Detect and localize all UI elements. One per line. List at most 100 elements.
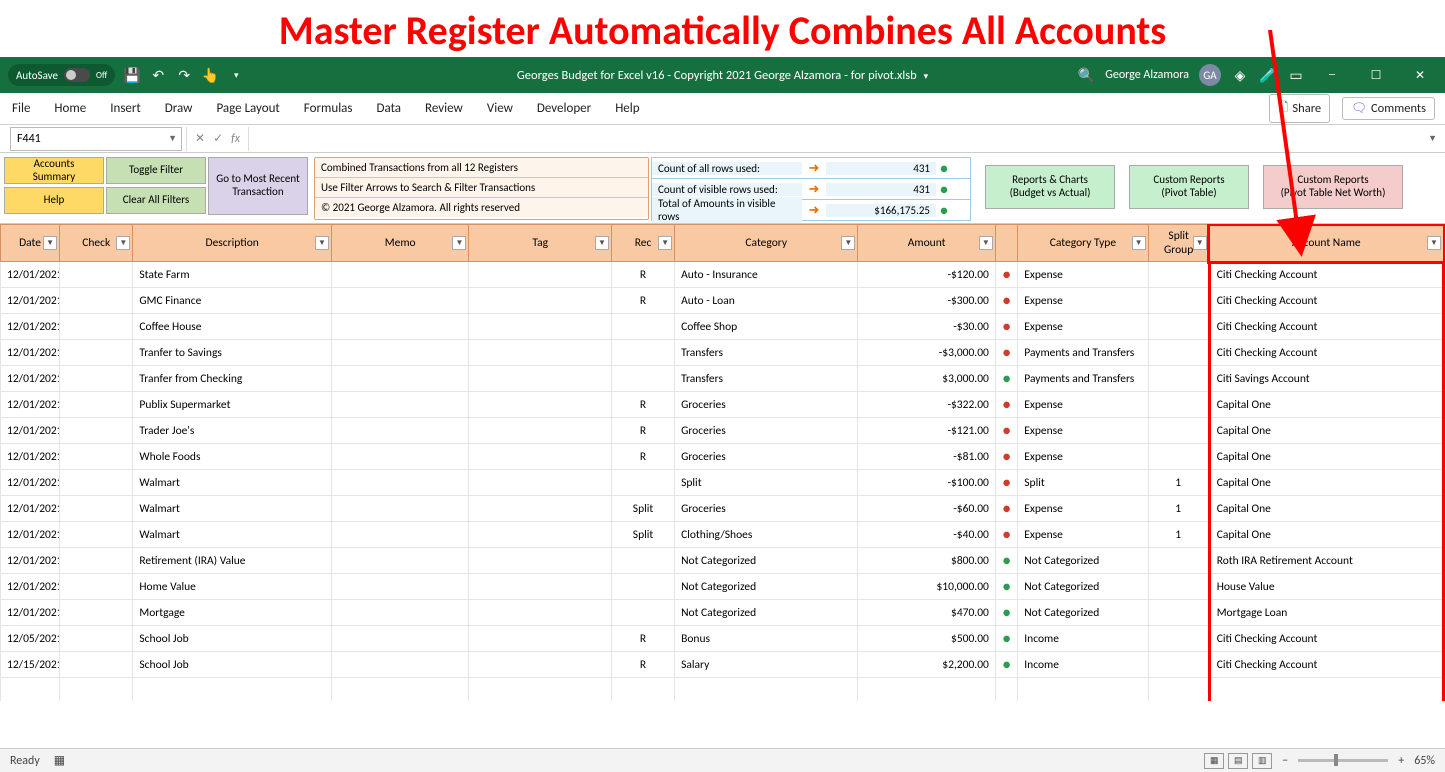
cell-acct[interactable]: Citi Checking Account (1209, 626, 1443, 652)
cell-amt[interactable]: $10,000.00 (858, 574, 995, 600)
cell-ctype[interactable]: Not Categorized (1018, 548, 1148, 574)
table-row[interactable]: 12/15/2021School JobRSalary$2,200.00●Inc… (1, 652, 1444, 678)
minimize-button[interactable]: ─ (1315, 57, 1349, 93)
fx-icon[interactable]: fx (231, 132, 240, 146)
cell-tag[interactable] (469, 340, 612, 366)
reports-charts-button[interactable]: Reports & Charts (Budget vs Actual) (985, 165, 1115, 209)
cell-rec[interactable]: R (611, 418, 674, 444)
column-header-split-group[interactable]: Split Group▼ (1148, 225, 1209, 262)
cell-rec[interactable] (611, 366, 674, 392)
cell-ctype[interactable]: Payments and Transfers (1018, 366, 1148, 392)
cell-empty[interactable] (995, 678, 1017, 702)
cell-amt[interactable]: $500.00 (858, 626, 995, 652)
page-layout-icon[interactable]: ▤ (1228, 753, 1248, 769)
column-header-category[interactable]: Category▼ (675, 225, 858, 262)
custom-reports-networth-button[interactable]: Custom Reports (Pivot Table Net Worth) (1263, 165, 1403, 209)
cell-rec[interactable]: Split (611, 522, 674, 548)
cell-memo[interactable] (331, 418, 468, 444)
cell-check[interactable] (60, 340, 133, 366)
cell-empty[interactable] (1148, 678, 1209, 702)
cell-dot[interactable]: ● (995, 600, 1017, 626)
filter-dropdown-icon[interactable]: ▼ (116, 236, 130, 250)
filter-dropdown-icon[interactable]: ▼ (595, 236, 609, 250)
cell-check[interactable] (60, 314, 133, 340)
cell-acct[interactable]: Mortgage Loan (1209, 600, 1443, 626)
column-header-rec[interactable]: Rec▼ (611, 225, 674, 262)
zoom-out-button[interactable]: − (1282, 754, 1288, 768)
accessibility-icon[interactable]: ▦ (54, 753, 65, 768)
column-header-date[interactable]: Date▼ (1, 225, 60, 262)
cell-tag[interactable] (469, 626, 612, 652)
cell-desc[interactable]: Walmart (133, 496, 332, 522)
filter-dropdown-icon[interactable]: ▼ (43, 236, 57, 250)
cell-cat[interactable]: Clothing/Shoes (675, 522, 858, 548)
cell-date[interactable]: 12/01/2021 (1, 262, 60, 288)
ribbon-tab-draw[interactable]: Draw (163, 97, 195, 120)
cell-dot[interactable]: ● (995, 288, 1017, 314)
cell-tag[interactable] (469, 262, 612, 288)
search-icon[interactable]: 🔍 (1077, 66, 1095, 84)
cell-acct[interactable]: Citi Checking Account (1209, 340, 1443, 366)
share-button[interactable]: 🗋Share (1269, 94, 1330, 123)
cell-amt[interactable]: -$120.00 (858, 262, 995, 288)
cell-amt[interactable]: -$30.00 (858, 314, 995, 340)
cell-cat[interactable]: Not Categorized (675, 548, 858, 574)
cell-split[interactable] (1148, 314, 1209, 340)
cell-rec[interactable] (611, 600, 674, 626)
cell-dot[interactable]: ● (995, 314, 1017, 340)
cell-tag[interactable] (469, 522, 612, 548)
cell-rec[interactable]: Split (611, 496, 674, 522)
zoom-in-button[interactable]: + (1398, 754, 1404, 768)
cell-desc[interactable]: Tranfer from Checking (133, 366, 332, 392)
clear-filters-button[interactable]: Clear All Filters (106, 187, 206, 214)
cell-amt[interactable]: -$121.00 (858, 418, 995, 444)
go-recent-button[interactable]: Go to Most Recent Transaction (208, 157, 308, 215)
help-button[interactable]: Help (4, 187, 104, 214)
cell-memo[interactable] (331, 496, 468, 522)
cell-memo[interactable] (331, 366, 468, 392)
cell-empty[interactable] (611, 678, 674, 702)
toggle-filter-button[interactable]: Toggle Filter (106, 157, 206, 184)
cell-check[interactable] (60, 470, 133, 496)
diamond-icon[interactable]: ◈ (1231, 66, 1249, 84)
cell-date[interactable]: 12/01/2021 (1, 314, 60, 340)
cell-ctype[interactable]: Not Categorized (1018, 600, 1148, 626)
cell-date[interactable]: 12/01/2021 (1, 392, 60, 418)
cell-empty[interactable] (331, 678, 468, 702)
cell-memo[interactable] (331, 600, 468, 626)
cell-rec[interactable]: R (611, 262, 674, 288)
cell-date[interactable]: 12/01/2021 (1, 470, 60, 496)
cell-amt[interactable]: $3,000.00 (858, 366, 995, 392)
table-row-empty[interactable] (1, 678, 1444, 702)
cell-date[interactable]: 12/01/2021 (1, 496, 60, 522)
cell-desc[interactable]: Retirement (IRA) Value (133, 548, 332, 574)
cell-empty[interactable] (1, 678, 60, 702)
cell-amt[interactable]: -$40.00 (858, 522, 995, 548)
cell-date[interactable]: 12/05/2021 (1, 626, 60, 652)
cell-cat[interactable]: Auto - Insurance (675, 262, 858, 288)
cell-rec[interactable]: R (611, 392, 674, 418)
cell-rec[interactable] (611, 548, 674, 574)
cell-split[interactable] (1148, 574, 1209, 600)
formula-input[interactable]: ▼ (249, 127, 1445, 151)
cell-check[interactable] (60, 574, 133, 600)
ribbon-tab-developer[interactable]: Developer (535, 97, 593, 120)
cell-ctype[interactable]: Expense (1018, 444, 1148, 470)
cell-empty[interactable] (858, 678, 995, 702)
cell-check[interactable] (60, 418, 133, 444)
cell-empty[interactable] (469, 678, 612, 702)
cell-check[interactable] (60, 262, 133, 288)
cell-acct[interactable]: House Value (1209, 574, 1443, 600)
cell-memo[interactable] (331, 340, 468, 366)
cell-desc[interactable]: Walmart (133, 522, 332, 548)
cell-check[interactable] (60, 522, 133, 548)
undo-icon[interactable]: ↶ (149, 66, 167, 84)
cell-ctype[interactable]: Expense (1018, 496, 1148, 522)
name-box[interactable]: F441 ▼ (10, 127, 182, 151)
cell-rec[interactable]: R (611, 626, 674, 652)
cell-rec[interactable]: R (611, 652, 674, 678)
cell-tag[interactable] (469, 444, 612, 470)
cell-memo[interactable] (331, 626, 468, 652)
cell-date[interactable]: 12/15/2021 (1, 652, 60, 678)
ribbon-tab-review[interactable]: Review (423, 97, 465, 120)
